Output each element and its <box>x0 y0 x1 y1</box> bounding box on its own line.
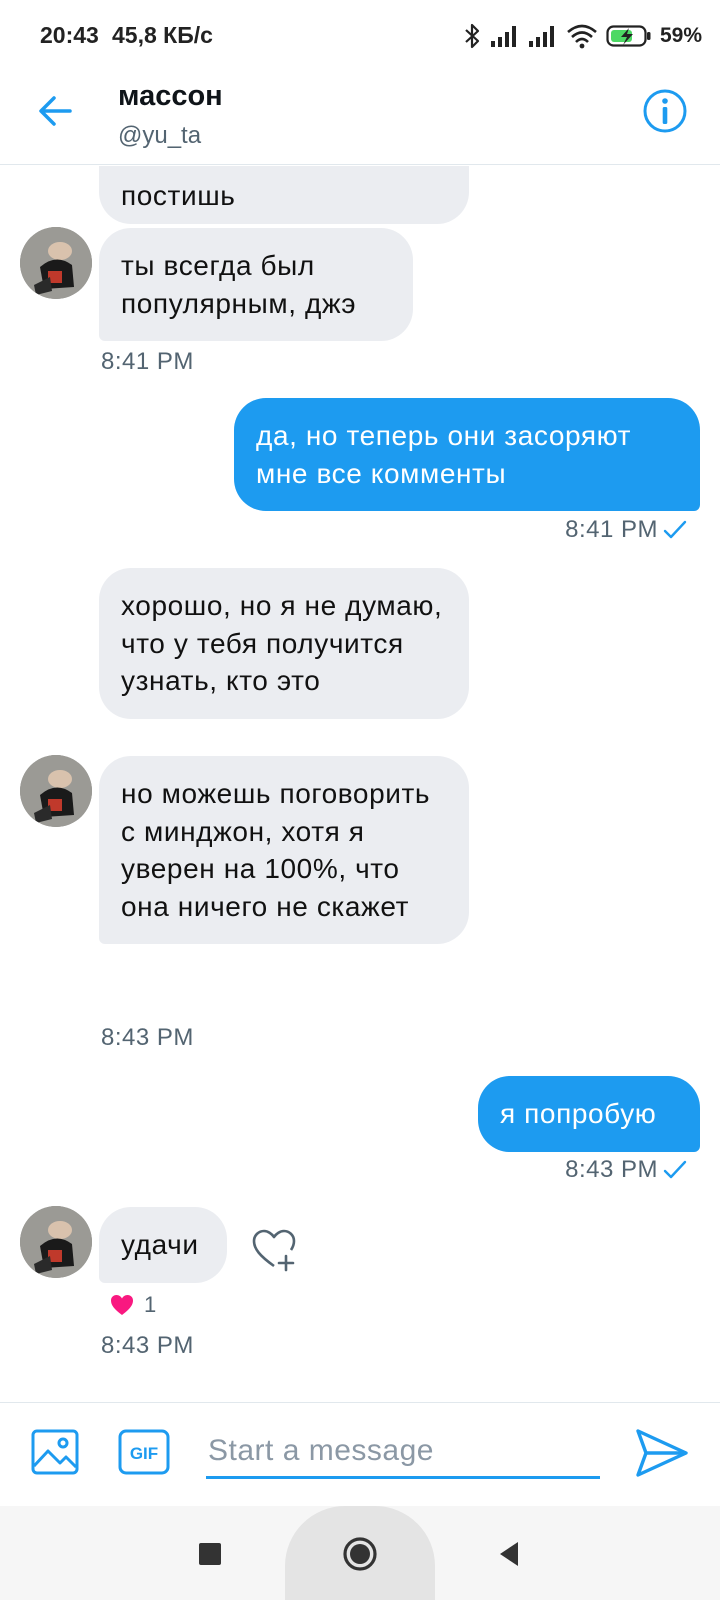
message-text: да, но теперь они засоряют мне все комме… <box>256 420 632 489</box>
message-bubble-outgoing[interactable]: да, но теперь они засоряют мне все комме… <box>234 398 700 511</box>
system-nav-bar <box>0 1506 720 1600</box>
bluetooth-icon <box>465 23 480 49</box>
heart-reaction-icon <box>111 1295 133 1315</box>
signal-icon <box>528 26 554 47</box>
reaction-badge[interactable]: 1 <box>110 1292 156 1318</box>
message-bubble-incoming[interactable]: но можешь поговорить с минджон, хотя я у… <box>99 756 469 944</box>
message-text: постишь <box>121 180 236 211</box>
gif-button[interactable]: GIF <box>118 1429 170 1475</box>
message-list[interactable]: постишь ты всегда был популярным, джэ 8:… <box>0 166 720 1402</box>
timestamp-text: 8:41 PM <box>565 516 658 543</box>
message-bubble-incoming[interactable]: удачи <box>99 1207 227 1283</box>
status-network-speed: 45,8 КБ/с <box>112 22 213 48</box>
signal-icon <box>490 26 516 47</box>
gif-icon: GIF <box>118 1429 170 1475</box>
message-text: ты всегда был популярным, джэ <box>121 250 357 319</box>
avatar[interactable] <box>20 227 92 299</box>
gif-label: GIF <box>130 1444 158 1463</box>
contact-handle[interactable]: @yu_ta <box>118 122 201 150</box>
message-composer: GIF <box>0 1402 720 1506</box>
back-arrow-icon[interactable] <box>30 86 80 136</box>
message-text: я попробую <box>500 1098 657 1129</box>
message-bubble-incoming[interactable]: постишь <box>99 166 469 224</box>
message-timestamp: 8:43 PM <box>101 1024 194 1051</box>
avatar[interactable] <box>20 1206 92 1278</box>
message-bubble-incoming[interactable]: ты всегда был популярным, джэ <box>99 228 413 341</box>
image-icon[interactable] <box>30 1427 80 1477</box>
add-reaction-heart-icon[interactable] <box>250 1226 298 1274</box>
wifi-icon <box>567 24 597 49</box>
contact-name[interactable]: массон <box>118 80 223 113</box>
message-text: удачи <box>121 1229 199 1260</box>
home-circle-icon[interactable] <box>340 1534 380 1574</box>
avatar-photo <box>20 1206 92 1278</box>
info-icon[interactable] <box>640 86 690 136</box>
battery-charging-icon <box>606 25 651 47</box>
checkmark-icon <box>663 1160 687 1179</box>
message-text: но можешь поговорить с минджон, хотя я у… <box>121 778 431 922</box>
message-timestamp: 8:41 PM <box>565 516 688 544</box>
message-bubble-outgoing[interactable]: я попробую <box>478 1076 700 1152</box>
status-time: 20:43 <box>40 22 99 48</box>
send-icon[interactable] <box>632 1423 692 1483</box>
avatar-photo <box>20 755 92 827</box>
status-icons: 59% <box>462 20 702 52</box>
message-text: хорошо, но я не думаю, что у тебя получи… <box>121 590 443 696</box>
message-timestamp: 8:41 PM <box>101 348 194 375</box>
reaction-count: 1 <box>144 1292 157 1317</box>
message-timestamp: 8:43 PM <box>101 1332 194 1359</box>
status-bar: 20:43 45,8 КБ/с 59% <box>0 0 720 70</box>
back-triangle-icon[interactable] <box>490 1534 530 1574</box>
message-input[interactable] <box>206 1425 600 1479</box>
recents-square-icon[interactable] <box>190 1534 230 1574</box>
battery-percent: 59% <box>659 24 702 47</box>
checkmark-icon <box>663 520 687 539</box>
conversation-header: массон @yu_ta <box>0 70 720 165</box>
avatar[interactable] <box>20 755 92 827</box>
avatar-photo <box>20 227 92 299</box>
timestamp-text: 8:43 PM <box>565 1156 658 1183</box>
message-bubble-incoming[interactable]: хорошо, но я не думаю, что у тебя получи… <box>99 568 469 719</box>
message-timestamp: 8:43 PM <box>565 1156 688 1184</box>
